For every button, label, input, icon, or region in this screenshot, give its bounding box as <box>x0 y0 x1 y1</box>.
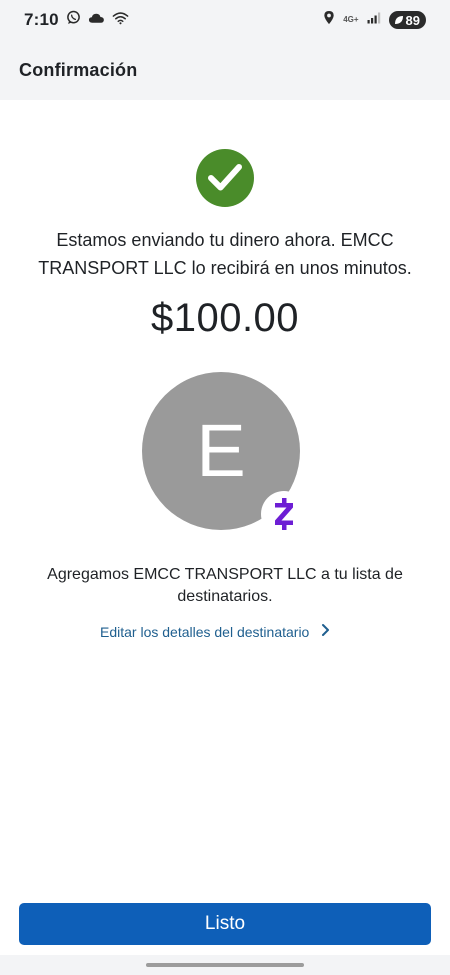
battery-indicator: 89 <box>388 11 426 29</box>
status-left: 7:10 <box>24 10 129 30</box>
wifi-icon <box>112 11 129 30</box>
network-type: 4G+ <box>343 15 359 24</box>
transfer-amount: $100.00 <box>150 296 300 340</box>
status-right: 4G+ 89 <box>323 10 426 30</box>
leaf-icon <box>394 13 404 28</box>
done-button[interactable]: Listo <box>19 903 431 945</box>
status-time: 7:10 <box>24 10 59 29</box>
cloud-icon <box>88 11 105 29</box>
success-check-icon <box>196 149 254 207</box>
confirmation-message: Estamos enviando tu dinero ahora. EMCC T… <box>38 230 412 278</box>
recipient-initial: E <box>196 409 246 492</box>
page-title: Confirmación <box>19 59 138 80</box>
edit-recipient-link[interactable]: Editar los detalles del destinatario <box>100 620 330 644</box>
page-header: Confirmación <box>0 40 450 100</box>
battery-level: 89 <box>405 12 420 28</box>
location-icon <box>323 10 335 30</box>
chevron-right-icon <box>321 623 330 642</box>
recipient-added-message: Agregamos EMCC TRANSPORT LLC a tu lista … <box>47 566 403 605</box>
signal-icon <box>367 11 381 29</box>
home-indicator[interactable] <box>146 963 304 967</box>
zelle-icon <box>261 491 307 537</box>
whatsapp-icon <box>66 10 81 30</box>
edit-recipient-label: Editar los detalles del destinatario <box>100 624 310 640</box>
done-button-label: Listo <box>204 913 246 934</box>
status-bar: 7:10 4G+ 89 <box>0 0 450 40</box>
